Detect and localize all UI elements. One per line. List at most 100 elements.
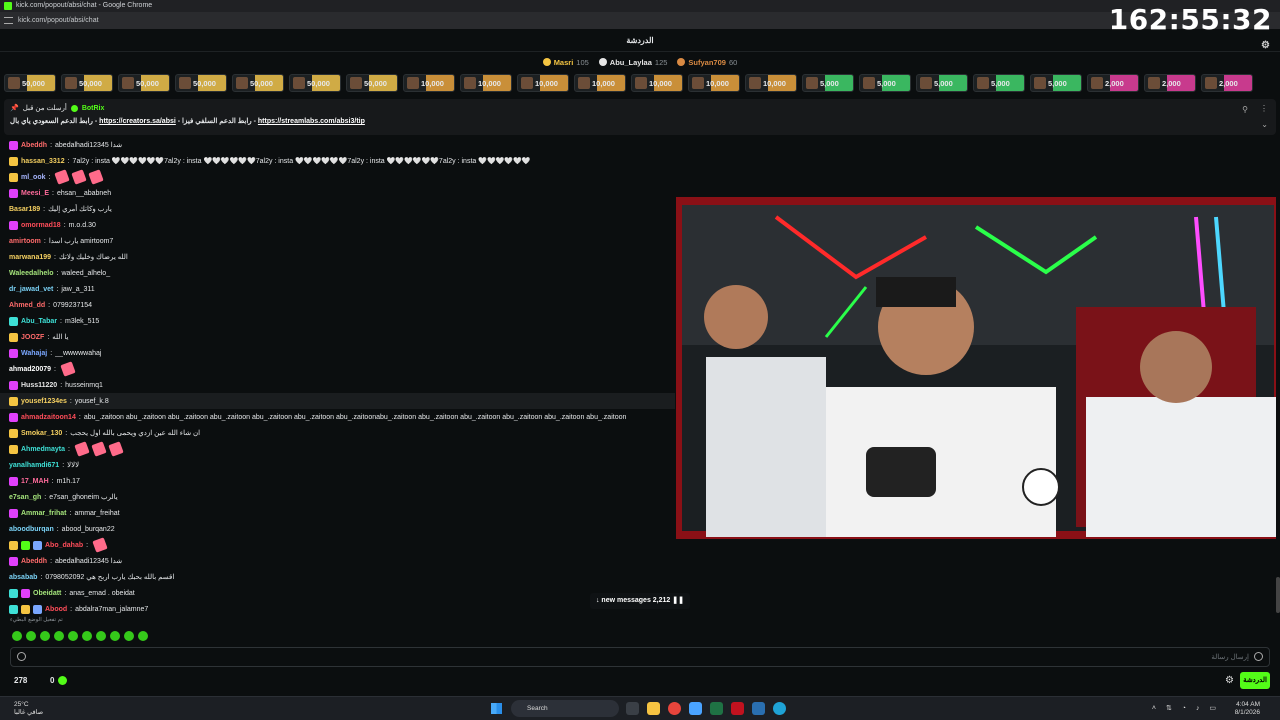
chat-message[interactable]: Ahmedmayta: <box>0 441 675 457</box>
chat-input[interactable]: إرسال رسالة <box>10 647 1270 667</box>
emote-button[interactable] <box>96 631 106 641</box>
chat-username[interactable]: ahmadzaitoon14 <box>21 414 76 421</box>
gift-item[interactable]: 5,000 <box>1030 74 1082 92</box>
chat-username[interactable]: dr_jawad_vet <box>9 286 53 293</box>
chat-scrollbar[interactable] <box>1276 137 1280 617</box>
chat-username[interactable]: JOOZF <box>21 334 44 341</box>
chat-message[interactable]: Abeddh: abedalhadi12345 شدا <box>0 553 675 569</box>
unpin-icon[interactable]: ⚲ <box>1242 105 1248 114</box>
chat-message[interactable]: Abo_dahab: <box>0 537 675 553</box>
chat-message[interactable]: dr_jawad_vet: jaw_a_311 <box>0 281 675 297</box>
gift-item[interactable]: 50,000 <box>4 74 56 92</box>
chat-message[interactable]: Ammar_frihat: ammar_freihat <box>0 505 675 521</box>
address-bar[interactable]: kick.com/popout/absi/chat <box>0 12 1280 29</box>
chat-message[interactable]: Basar189: يارب وكاتك أمري إليك <box>0 201 675 217</box>
chat-username[interactable]: Abu_Tabar <box>21 318 57 325</box>
task-view-icon[interactable] <box>626 702 639 715</box>
leader-item[interactable]: Sufyan709 60 <box>677 58 737 67</box>
gift-item[interactable]: 50,000 <box>346 74 398 92</box>
gift-item[interactable]: 5,000 <box>973 74 1025 92</box>
emote-button[interactable] <box>124 631 134 641</box>
chat-username[interactable]: omormad18 <box>21 222 61 229</box>
chat-message[interactable]: Ahmed_dd:0799237154 <box>0 297 675 313</box>
chat-message[interactable]: Abood: abdalra7man_jalamne7 <box>0 601 675 617</box>
chat-message[interactable]: ahmadzaitoon14: abu_.zaitoon abu_.zaitoon… <box>0 409 675 425</box>
chat-username[interactable]: Abood <box>45 606 67 613</box>
chat-username[interactable]: Smokar_130 <box>21 430 62 437</box>
leader-item[interactable]: Masri 105 <box>542 58 589 67</box>
chat-message[interactable]: JOOZF: يا الله <box>0 329 675 345</box>
gift-item[interactable]: 10,000 <box>403 74 455 92</box>
chat-username[interactable]: hassan_3312 <box>21 158 65 165</box>
chat-message[interactable]: absabab:0798052092 اقسم بالله بحبك يارب … <box>0 569 675 585</box>
url-text[interactable]: kick.com/popout/absi/chat <box>18 12 99 29</box>
gift-item[interactable]: 2,000 <box>1201 74 1253 92</box>
gift-item[interactable]: 10,000 <box>460 74 512 92</box>
gift-item[interactable]: 5,000 <box>859 74 911 92</box>
chat-message[interactable]: aboodburqan: abood_burqan22 <box>0 521 675 537</box>
chat-message[interactable]: Obeidatt: anas_emad . obeidat <box>0 585 675 601</box>
chrome-icon[interactable] <box>668 702 681 715</box>
chat-message[interactable]: 17_MAH: m1h.17 <box>0 473 675 489</box>
emote-button[interactable] <box>26 631 36 641</box>
gift-item[interactable]: 2,000 <box>1087 74 1139 92</box>
gift-item[interactable]: 5,000 <box>916 74 968 92</box>
gift-item[interactable]: 2,000 <box>1144 74 1196 92</box>
chat-message[interactable]: marwana199: الله يرضاك وخليك ولاتك <box>0 249 675 265</box>
chat-username[interactable]: marwana199 <box>9 254 51 261</box>
chat-username[interactable]: yousef1234es <box>21 398 67 405</box>
new-messages-button[interactable]: ↓ new messages 2,212 ❚❚ <box>590 593 690 609</box>
taskbar-search[interactable]: Search <box>511 700 619 717</box>
chat-username[interactable]: ahmad20079 <box>9 366 51 373</box>
chat-username[interactable]: Wahajaj <box>21 350 47 357</box>
chat-username[interactable]: Abeddh <box>21 558 47 565</box>
capcut-icon[interactable] <box>731 702 744 715</box>
chat-username[interactable]: 17_MAH <box>21 478 49 485</box>
chat-username[interactable]: Meesi_E <box>21 190 49 197</box>
gift-item[interactable]: 10,000 <box>574 74 626 92</box>
emote-button[interactable] <box>82 631 92 641</box>
gift-item[interactable]: 50,000 <box>175 74 227 92</box>
chat-username[interactable]: Ahmedmayta <box>21 446 65 453</box>
chat-username[interactable]: absabab <box>9 574 37 581</box>
chat-username[interactable]: Ahmed_dd <box>9 302 45 309</box>
leader-item[interactable]: Abu_Laylaa 125 <box>598 58 667 67</box>
send-chat-button[interactable]: الدردشة <box>1240 672 1270 689</box>
chat-message[interactable]: Smokar_130: ان شاء الله عين ازدي ويحمى با… <box>0 425 675 441</box>
gift-item[interactable]: 50,000 <box>289 74 341 92</box>
chat-username[interactable]: amirtoom <box>9 238 41 245</box>
gift-item[interactable]: 10,000 <box>745 74 797 92</box>
emote-button[interactable] <box>138 631 148 641</box>
chat-username[interactable]: Huss11220 <box>21 382 57 389</box>
chat-message[interactable]: ahmad20079: <box>0 361 675 377</box>
chat-username[interactable]: yanalhamdi671 <box>9 462 59 469</box>
chat-username[interactable]: Ammar_frihat <box>21 510 67 517</box>
gift-item[interactable]: 50,000 <box>61 74 113 92</box>
gift-item[interactable]: 10,000 <box>688 74 740 92</box>
gift-item[interactable]: 50,000 <box>232 74 284 92</box>
taskbar-clock[interactable]: 4:04 AM 8/1/2026 <box>1235 701 1260 717</box>
chat-message[interactable]: e7san_gh: e7san_ghoneim يالرب <box>0 489 675 505</box>
chat-message[interactable]: hassan_3312:7al2y : insta 🤍🤍🤍🤍🤍🤍7al2y : … <box>0 153 675 169</box>
chat-message[interactable]: Meesi_E: ehsan__ababneh <box>0 185 675 201</box>
emote-button[interactable] <box>110 631 120 641</box>
chat-message[interactable]: yanalhamdi671: لالالا <box>0 457 675 473</box>
emote-picker-icon[interactable] <box>17 652 26 661</box>
emoji-icon[interactable] <box>1254 652 1263 661</box>
chat-username[interactable]: e7san_gh <box>9 494 41 501</box>
site-settings-icon[interactable] <box>4 17 13 24</box>
more-options-icon[interactable]: ⋮ <box>1260 104 1268 113</box>
start-button-icon[interactable] <box>491 703 502 714</box>
chat-message[interactable]: Wahajaj: __wwwwwahaj <box>0 345 675 361</box>
weather-widget[interactable]: 25°C صافي غالبا <box>14 701 43 717</box>
chat-message[interactable]: yousef1234es: yousef_k.8 <box>0 393 675 409</box>
chat-message[interactable]: Huss11220: husseinmq1 <box>0 377 675 393</box>
chevron-down-icon[interactable]: ⌄ <box>1261 120 1268 129</box>
gift-item[interactable]: 5,000 <box>802 74 854 92</box>
chat-username[interactable]: Waleedalhelo <box>9 270 53 277</box>
chat-message[interactable]: omormad18: m.o.d.30 <box>0 217 675 233</box>
chat-message[interactable]: ml_ook: <box>0 169 675 185</box>
pinned-link-1[interactable]: https://creators.sa/absi <box>99 118 176 125</box>
emote-button[interactable] <box>40 631 50 641</box>
emote-button[interactable] <box>68 631 78 641</box>
